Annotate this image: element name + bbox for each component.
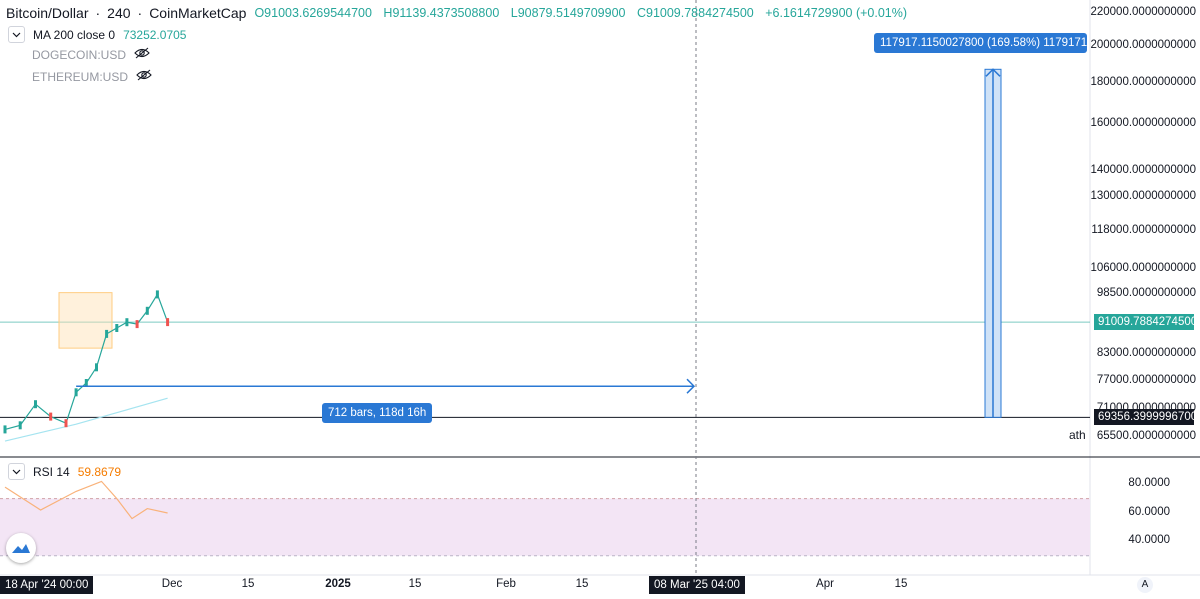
- chevron-down-icon: [12, 32, 21, 38]
- logo-icon: [12, 544, 30, 553]
- time-tick: Apr: [816, 578, 834, 590]
- candle: [34, 400, 37, 409]
- price-axis-label: 140000.0000000000: [1090, 164, 1196, 177]
- tradingview-logo[interactable]: [6, 533, 36, 563]
- rsi-indicator-row[interactable]: RSI 14 59.8679: [8, 463, 121, 480]
- eye-slash-icon[interactable]: [134, 47, 150, 62]
- price-range-label[interactable]: 117917.1150027800 (169.58%) 117917115002: [874, 33, 1087, 53]
- price-axis-label: 77000.0000000000: [1096, 373, 1196, 386]
- price-axis-label: 83000.0000000000: [1096, 347, 1196, 360]
- candle: [166, 318, 170, 327]
- high-value: H91139.4373508800: [383, 6, 500, 20]
- candle: [74, 388, 78, 397]
- time-tick-year: 2025: [325, 578, 351, 590]
- auto-scale-button[interactable]: A: [1137, 577, 1153, 593]
- candle: [18, 421, 22, 430]
- time-tick: Dec: [161, 578, 183, 590]
- cursor-time-badge: 08 Mar '25 04:00: [649, 576, 745, 594]
- ohlc-values: O91003.6269544700 H91139.4373508800 L908…: [254, 6, 907, 20]
- current-price-badge: 91009.7884274500: [1094, 314, 1194, 331]
- collapse-legend-button[interactable]: [8, 26, 25, 43]
- interval-label[interactable]: 240: [107, 5, 130, 21]
- candle: [95, 363, 98, 372]
- candle: [115, 324, 119, 332]
- change-value: +6.1614729900 (+0.01%): [765, 6, 908, 20]
- ma-indicator-row[interactable]: MA 200 close 0 73252.0705: [8, 26, 186, 43]
- collapse-pane-button[interactable]: [8, 463, 25, 480]
- price-axis-label: 160000.0000000000: [1090, 117, 1196, 130]
- compare-symbol-label: ETHEREUM:USD: [32, 69, 129, 84]
- chevron-down-icon: [12, 469, 21, 475]
- candle: [155, 290, 159, 299]
- rsi-indicator-value: 59.8679: [77, 464, 122, 479]
- chart-canvas[interactable]: [0, 0, 1200, 599]
- candle: [145, 306, 149, 315]
- ma-indicator-value: 73252.0705: [123, 27, 187, 42]
- ma-series-line: [4, 397, 168, 442]
- candle: [64, 419, 68, 428]
- time-tick: 15: [575, 578, 589, 590]
- price-axis-label: 106000.0000000000: [1090, 261, 1196, 274]
- header-separator: ·: [137, 5, 143, 21]
- rsi-axis-label: 40.0000: [1128, 534, 1170, 547]
- compare-symbol-row[interactable]: DOGECOIN:USD: [32, 47, 150, 62]
- low-value: L90879.5149709900: [510, 6, 626, 20]
- time-tick: Feb: [496, 578, 516, 590]
- highlight-box[interactable]: [58, 292, 113, 349]
- rsi-axis-label: 80.0000: [1128, 477, 1170, 490]
- price-axis-label: 200000.0000000000: [1090, 39, 1196, 52]
- candle: [49, 412, 53, 421]
- time-tick: 15: [241, 578, 255, 590]
- date-range-label[interactable]: 712 bars, 118d 16h: [322, 403, 433, 423]
- price-axis-label: 130000.0000000000: [1090, 190, 1196, 203]
- candle: [3, 425, 7, 434]
- ath-price-badge: 69356.3999996700: [1094, 409, 1194, 426]
- price-axis-label: 118000.0000000000: [1091, 224, 1196, 237]
- price-axis-label: 65500.0000000000: [1096, 430, 1196, 443]
- rsi-indicator-name[interactable]: RSI 14: [33, 465, 70, 479]
- candle: [125, 318, 129, 327]
- eye-slash-icon[interactable]: [136, 69, 152, 84]
- compare-symbol-label: DOGECOIN:USD: [32, 47, 127, 62]
- ma-indicator-name[interactable]: MA 200 close 0: [33, 28, 115, 42]
- price-axis-label: 180000.0000000000: [1090, 76, 1196, 89]
- header-separator: ·: [95, 5, 101, 21]
- time-tick: 15: [408, 578, 422, 590]
- candle: [105, 329, 109, 338]
- source-label: CoinMarketCap: [149, 5, 247, 21]
- compare-symbol-row[interactable]: ETHEREUM:USD: [32, 69, 152, 84]
- time-tick: 15: [894, 578, 908, 590]
- symbol-name[interactable]: Bitcoin/Dollar: [6, 5, 88, 21]
- ath-label[interactable]: ath: [1069, 428, 1086, 442]
- price-axis-label: 98500.0000000000: [1096, 287, 1196, 300]
- close-value: C91009.7884274500: [636, 6, 754, 20]
- open-value: O91003.6269544700: [254, 6, 372, 20]
- price-axis-label: 220000.0000000000: [1090, 5, 1196, 18]
- chart-header: Bitcoin/Dollar · 240 · CoinMarketCap O91…: [6, 5, 907, 21]
- candle: [135, 320, 139, 329]
- rsi-band: [0, 498, 1090, 556]
- rsi-axis-label: 60.0000: [1128, 505, 1170, 518]
- start-time-badge: 18 Apr '24 00:00: [0, 576, 94, 594]
